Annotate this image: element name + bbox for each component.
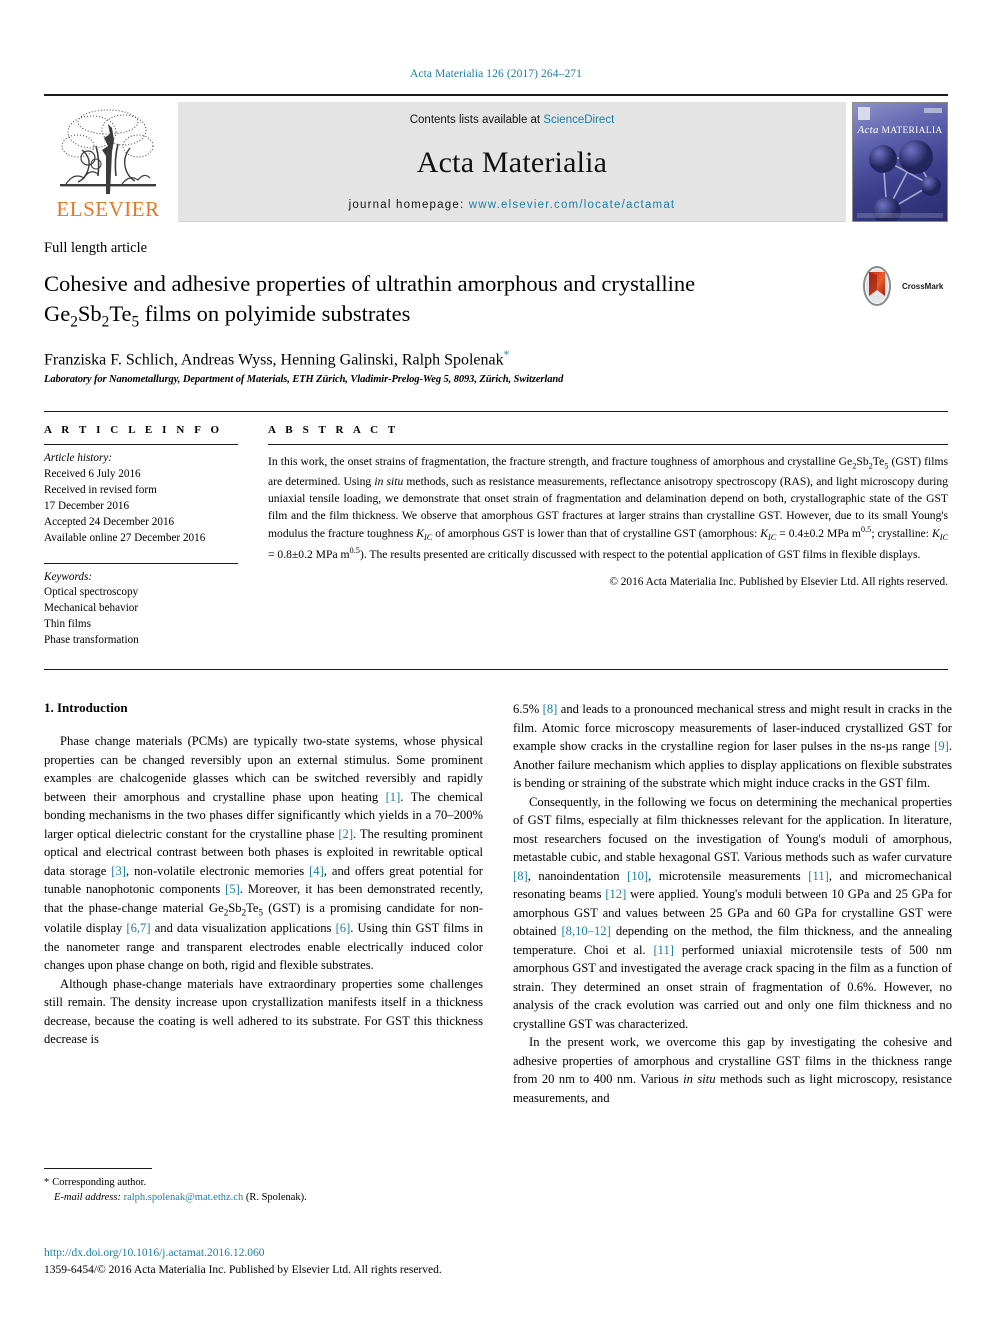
- elsevier-tree-icon: [60, 109, 156, 194]
- citation-ref[interactable]: [6,7]: [126, 921, 150, 935]
- keyword-item: Thin films: [44, 618, 91, 631]
- sciencedirect-link[interactable]: ScienceDirect: [543, 114, 614, 126]
- elsevier-logo: ELSEVIER: [44, 102, 172, 222]
- body-columns: 1. Introduction Phase change materials (…: [44, 700, 952, 1205]
- contents-available-line: Contents lists available at ScienceDirec…: [410, 114, 615, 126]
- journal-homepage-line: journal homepage: www.elsevier.com/locat…: [349, 199, 676, 211]
- history-item: Accepted 24 December 2016: [44, 515, 175, 528]
- citation-ref[interactable]: [3]: [111, 864, 126, 878]
- title-sub-3: 5: [131, 313, 140, 331]
- history-item: 17 December 2016: [44, 499, 130, 512]
- keyword-item: Mechanical behavior: [44, 602, 139, 615]
- email-link[interactable]: ralph.spolenak@mat.ethz.ch: [124, 1192, 244, 1203]
- journal-masthead: ELSEVIER Contents lists available at Sci…: [44, 94, 948, 222]
- history-item: Available online 27 December 2016: [44, 531, 206, 544]
- elsevier-wordmark: ELSEVIER: [56, 197, 160, 221]
- keyword-item: Optical spectroscopy: [44, 586, 139, 599]
- homepage-prefix: journal homepage:: [348, 199, 469, 211]
- doi-link[interactable]: http://dx.doi.org/10.1016/j.actamat.2016…: [44, 1245, 442, 1262]
- corresponding-author-marker: *: [503, 348, 510, 361]
- email-suffix: (R. Spolenak).: [245, 1191, 307, 1203]
- footnote-corresponding-author: * Corresponding author. E-mail address: r…: [44, 1167, 483, 1205]
- journal-title: Acta Materialia: [416, 145, 608, 179]
- cover-logo-badge: [858, 107, 870, 120]
- citation-ref[interactable]: [11]: [808, 869, 829, 883]
- abstract-text: In this work, the onset strains of fragm…: [268, 455, 949, 561]
- affiliation: Laboratory for Nanometallurgy, Departmen…: [44, 374, 564, 386]
- footnote-line-2: E-mail address: ralph.spolenak@mat.ethz.…: [44, 1190, 483, 1205]
- footnote-line-1: * Corresponding author.: [44, 1175, 483, 1190]
- history-item: Received 6 July 2016: [44, 468, 141, 480]
- history-item: Received in revised form: [44, 483, 157, 496]
- crossmark-icon: [863, 266, 891, 306]
- title-sub-1: 2: [70, 313, 78, 331]
- paragraph: 6.5% [8] and leads to a pronounced mecha…: [513, 702, 953, 791]
- paragraph: In the present work, we overcome this ga…: [513, 1035, 952, 1105]
- citation-ref[interactable]: [8]: [513, 869, 528, 883]
- cover-footer-bar: [857, 213, 943, 218]
- abstract-copyright: © 2016 Acta Materialia Inc. Published by…: [609, 575, 948, 588]
- right-column: 6.5% [8] and leads to a pronounced mecha…: [513, 700, 952, 1205]
- cover-corner-mark: [924, 108, 942, 113]
- abstract-heading: A B S T R A C T: [268, 424, 399, 437]
- paper-page: Acta Materialia 126 (2017) 264–271 ELSEV…: [0, 0, 992, 1323]
- paragraph: Although phase-change materials have ext…: [44, 976, 483, 1047]
- citation-ref[interactable]: [11]: [653, 943, 674, 957]
- keywords-label: Keywords:: [44, 570, 93, 583]
- email-label: E-mail address:: [54, 1191, 121, 1203]
- footnote-corresponding-text: Corresponding author.: [52, 1176, 147, 1188]
- cover-network-graphic: [869, 140, 941, 221]
- section-heading-introduction: 1. Introduction: [44, 700, 128, 716]
- info-abstract-region: A R T I C L E I N F O Article history: R…: [44, 411, 948, 649]
- crossmark-label: CrossMark: [902, 281, 944, 291]
- page-title: Cohesive and adhesive properties of ultr…: [44, 269, 789, 333]
- paragraph: Phase change materials (PCMs) are typica…: [44, 734, 483, 973]
- footnote-star: *: [44, 1176, 50, 1188]
- author-names: Franziska F. Schlich, Andreas Wyss, Henn…: [44, 351, 504, 369]
- citation-ref[interactable]: [12]: [605, 887, 626, 901]
- abstract-column: A B S T R A C T In this work, the onset …: [268, 424, 948, 649]
- paragraph: Consequently, in the following we focus …: [513, 794, 953, 1031]
- crossmark-badge[interactable]: CrossMark: [856, 262, 948, 310]
- running-head: Acta Materialia 126 (2017) 264–271: [409, 68, 583, 80]
- article-info-heading: A R T I C L E I N F O: [44, 424, 223, 437]
- citation-ref[interactable]: [4]: [309, 864, 324, 878]
- left-column: 1. Introduction Phase change materials (…: [44, 700, 483, 1205]
- article-info-column: A R T I C L E I N F O Article history: R…: [44, 424, 238, 649]
- issn-copyright: 1359-6454/© 2016 Acta Materialia Inc. Pu…: [44, 1263, 442, 1276]
- footnote-rule: [44, 1167, 152, 1169]
- section-divider: [44, 669, 948, 671]
- citation-ref[interactable]: [9]: [934, 739, 949, 753]
- article-header: Full length article Cohesive and adhesiv…: [44, 240, 948, 385]
- citation-ref[interactable]: [10]: [627, 869, 648, 883]
- keyword-item: Phase transformation: [44, 634, 139, 647]
- citation-ref[interactable]: [5]: [225, 882, 240, 896]
- article-type: Full length article: [44, 240, 148, 256]
- citation-ref[interactable]: [6]: [336, 921, 351, 935]
- homepage-url-link[interactable]: www.elsevier.com/locate/actamat: [469, 199, 676, 211]
- page-footer: http://dx.doi.org/10.1016/j.actamat.2016…: [44, 1245, 442, 1280]
- contents-prefix: Contents lists available at: [409, 114, 544, 126]
- title-seg-2: Sb: [77, 300, 102, 326]
- citation-ref[interactable]: [1]: [386, 790, 401, 804]
- article-history-block: Article history: Received 6 July 2016 Re…: [44, 445, 238, 546]
- author-list: Franziska F. Schlich, Andreas Wyss, Henn…: [44, 349, 948, 369]
- article-history-label: Article history:: [44, 452, 113, 465]
- citation-ref[interactable]: [8]: [543, 702, 558, 716]
- title-seg-4: films on polyimide substrates: [139, 300, 411, 326]
- citation-ref[interactable]: [2]: [338, 827, 353, 841]
- journal-cover-thumbnail: Acta MATERIALIA: [852, 102, 948, 222]
- citation-ref[interactable]: [8,10–12]: [561, 924, 610, 938]
- title-seg-3: Te: [109, 300, 132, 326]
- journal-band: Contents lists available at ScienceDirec…: [178, 102, 846, 222]
- keywords-block: Keywords: Optical spectroscopy Mechanica…: [44, 564, 238, 650]
